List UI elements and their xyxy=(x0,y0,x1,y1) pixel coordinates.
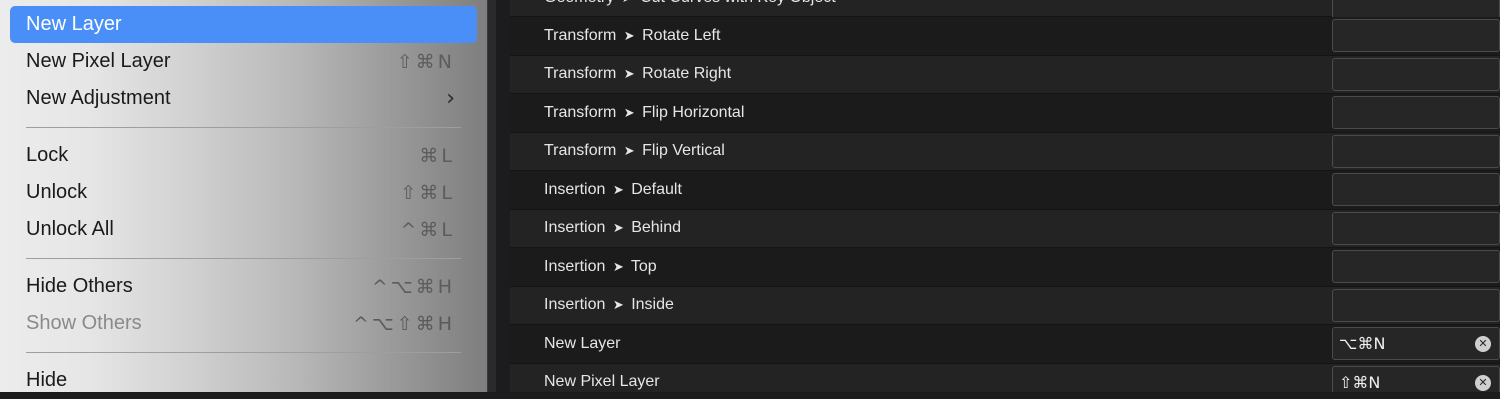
shortcut-input[interactable] xyxy=(1332,173,1500,207)
shortcut-command-name: Transform ➤ Rotate Left xyxy=(510,27,1332,45)
menu-item-hide-others[interactable]: Hide Others ^⌥⌘H xyxy=(10,268,477,305)
clear-shortcut-icon[interactable]: ✕ xyxy=(1475,336,1491,353)
menu-item-label: Unlock All xyxy=(26,218,114,240)
shortcut-value: ⇧⌘N xyxy=(1339,372,1381,392)
submenu-arrow-icon: ➤ xyxy=(623,144,635,160)
menu-item-shortcut: ⇧⌘N xyxy=(396,50,455,73)
shortcut-value: ⌥⌘N xyxy=(1339,334,1386,354)
shortcut-group: Transform xyxy=(544,103,617,121)
shortcut-command: Behind xyxy=(631,219,682,237)
shortcut-command: Top xyxy=(630,257,657,275)
shortcut-command: New Layer xyxy=(544,334,621,352)
shortcut-command-name: New Pixel Layer xyxy=(510,373,1332,391)
shortcut-row[interactable]: Insertion ➤ Inside xyxy=(510,286,1500,325)
shortcut-command: New Pixel Layer xyxy=(544,373,660,391)
shortcut-row[interactable]: Insertion ➤ Top xyxy=(510,248,1500,287)
shortcut-row[interactable]: Insertion ➤ Default xyxy=(510,171,1500,210)
shortcut-command-name: Transform ➤ Rotate Right xyxy=(510,65,1332,83)
menu-item-label: Hide xyxy=(26,369,68,391)
shortcut-row[interactable]: New Layer ⌥⌘N ✕ xyxy=(510,325,1500,364)
menu-item-shortcut: ⇧⌘L xyxy=(400,181,455,204)
shortcut-command-name: New Layer xyxy=(510,335,1332,353)
menu-item-label: New Pixel Layer xyxy=(26,50,171,72)
shortcut-row[interactable]: Insertion ➤ Behind xyxy=(510,209,1500,248)
menu-item-label: Hide Others xyxy=(26,275,133,297)
menu-item-hide[interactable]: Hide xyxy=(10,362,477,399)
submenu-arrow-icon: ➤ xyxy=(612,298,624,314)
shortcut-row[interactable]: New Pixel Layer ⇧⌘N ✕ xyxy=(510,363,1500,392)
shortcut-command-name: Transform ➤ Flip Vertical xyxy=(510,142,1332,160)
shortcut-command-name: Transform ➤ Flip Horizontal xyxy=(510,104,1332,122)
menu-item-shortcut: ⌘L xyxy=(419,144,455,167)
shortcut-group: Transform xyxy=(544,142,617,160)
shortcut-command: Rotate Left xyxy=(642,26,721,44)
menu-item-shortcut: ^⌥⇧⌘H xyxy=(352,312,455,335)
shortcut-command-name: Insertion ➤ Inside xyxy=(510,296,1332,314)
shortcuts-list: Geometry ➤ Cut Curves with Key Object Tra… xyxy=(510,0,1500,392)
clear-shortcut-icon[interactable]: ✕ xyxy=(1475,374,1491,391)
shortcut-command-name: Insertion ➤ Behind xyxy=(510,219,1332,237)
menu-item-label: Show Others xyxy=(26,312,142,334)
pane-divider xyxy=(488,0,496,392)
shortcut-group: Transform xyxy=(544,26,617,44)
shortcut-row[interactable]: Transform ➤ Flip Horizontal xyxy=(510,94,1500,133)
shortcut-group: Insertion xyxy=(544,257,606,275)
menu-item-unlock-all[interactable]: Unlock All ^⌘L xyxy=(10,211,477,248)
menu-item-new-layer[interactable]: New Layer xyxy=(10,6,477,43)
shortcut-group: Insertion xyxy=(544,180,606,198)
menu-item-label: New Adjustment xyxy=(26,87,171,109)
shortcut-command-name: Geometry ➤ Cut Curves with Key Object xyxy=(510,0,1332,7)
menu-item-new-pixel-layer[interactable]: New Pixel Layer ⇧⌘N xyxy=(10,43,477,80)
submenu-arrow-icon: ➤ xyxy=(612,182,624,198)
shortcut-group: Insertion xyxy=(544,296,606,314)
shortcut-row[interactable]: Geometry ➤ Cut Curves with Key Object xyxy=(510,0,1500,25)
shortcut-command: Flip Vertical xyxy=(642,142,725,160)
submenu-arrow-icon: ➤ xyxy=(619,0,636,6)
shortcut-command-name: Insertion ➤ Top xyxy=(510,258,1332,276)
shortcut-command: Cut Curves with Key Object xyxy=(640,0,836,6)
menu-item-new-adjustment[interactable]: New Adjustment › xyxy=(10,80,477,117)
shortcut-command: Inside xyxy=(631,296,674,314)
shortcut-row[interactable]: Transform ➤ Rotate Right xyxy=(510,55,1500,94)
shortcut-input[interactable]: ⌥⌘N ✕ xyxy=(1332,327,1500,361)
shortcut-input[interactable] xyxy=(1332,19,1500,53)
shortcut-input[interactable] xyxy=(1332,250,1500,284)
shortcut-group: Transform xyxy=(544,65,617,83)
shortcut-input[interactable] xyxy=(1332,57,1500,91)
menu-item-show-others: Show Others ^⌥⇧⌘H xyxy=(10,305,477,342)
menu-item-label: Unlock xyxy=(26,181,88,203)
submenu-arrow-icon: ➤ xyxy=(612,259,624,275)
menu-item-label: New Layer xyxy=(26,13,122,35)
shortcut-input[interactable]: ⇧⌘N ✕ xyxy=(1332,365,1500,392)
submenu-arrow-icon: ➤ xyxy=(612,221,624,237)
chevron-right-icon: › xyxy=(446,86,455,111)
menu-separator xyxy=(26,352,461,353)
shortcut-command: Flip Horizontal xyxy=(642,103,745,121)
shortcut-row[interactable]: Transform ➤ Rotate Left xyxy=(510,17,1500,56)
shortcut-command: Default xyxy=(631,180,682,198)
menu-separator xyxy=(26,127,461,128)
menu-item-shortcut: ^⌥⌘H xyxy=(371,275,455,298)
menu-item-lock[interactable]: Lock ⌘L xyxy=(10,137,477,174)
menu-item-unlock[interactable]: Unlock ⇧⌘L xyxy=(10,174,477,211)
shortcut-group: Geometry xyxy=(544,0,614,6)
shortcut-input[interactable] xyxy=(1332,96,1500,130)
shortcut-input[interactable] xyxy=(1332,288,1500,322)
submenu-arrow-icon: ➤ xyxy=(623,28,635,44)
shortcut-input[interactable] xyxy=(1332,211,1500,245)
menu-item-label: Lock xyxy=(26,144,69,166)
menu-item-shortcut: ^⌘L xyxy=(400,218,455,241)
submenu-arrow-icon: ➤ xyxy=(623,105,635,121)
shortcut-row[interactable]: Transform ➤ Flip Vertical xyxy=(510,132,1500,171)
shortcut-command-name: Insertion ➤ Default xyxy=(510,181,1332,199)
submenu-arrow-icon: ➤ xyxy=(623,67,635,83)
context-menu: New Layer New Pixel Layer ⇧⌘N New Adjust… xyxy=(0,0,488,392)
shortcut-command: Rotate Right xyxy=(642,65,732,83)
menu-separator xyxy=(26,258,461,259)
shortcut-input[interactable] xyxy=(1332,134,1500,168)
shortcut-group: Insertion xyxy=(544,219,606,237)
